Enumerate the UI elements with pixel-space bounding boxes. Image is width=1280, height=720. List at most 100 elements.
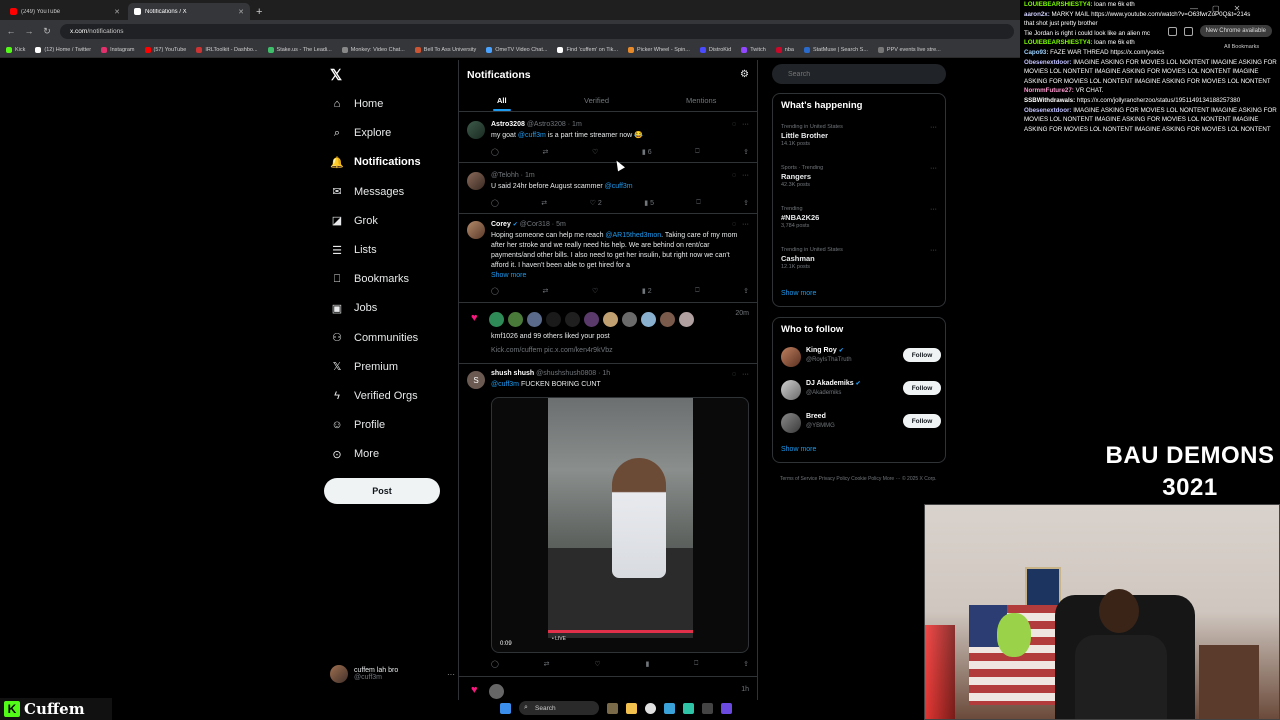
bookmark-item[interactable]: IRLToolkit - Dashbo... [196, 46, 258, 53]
notification-reply[interactable]: @Telohh · 1m ◌ ··· U said 24hr before Aug… [459, 164, 757, 214]
avatar[interactable] [641, 312, 656, 327]
avatar[interactable] [508, 312, 523, 327]
browser-tab-youtube[interactable]: (249) YouTube ✕ [4, 3, 126, 20]
nav-item-messages[interactable]: ✉ Messages [330, 181, 455, 203]
trend-item[interactable]: Trending in United States Cashman 12.1K po… [781, 247, 939, 270]
mention-link[interactable]: @cuff3m [518, 132, 546, 139]
bookmark-item[interactable]: Instagram [101, 46, 135, 53]
nav-item-grok[interactable]: ◪ Grok [330, 210, 455, 232]
video-player[interactable]: • LIVE 0:09 [491, 397, 749, 653]
more-dots-icon[interactable]: ··· [742, 221, 749, 228]
back-icon[interactable]: ← [6, 26, 16, 36]
reload-icon[interactable]: ↻ [42, 26, 52, 37]
like-icon[interactable]: ♡ [592, 287, 598, 295]
follow-button[interactable]: Follow [903, 348, 941, 362]
retweet-icon[interactable]: ⇄ [542, 148, 548, 156]
avatar[interactable] [489, 312, 504, 327]
bookmark-icon[interactable]: ⎕ [695, 287, 699, 295]
browser-tab-notifications[interactable]: Notifications / X ✕ [128, 3, 250, 20]
chrome-icon[interactable] [645, 702, 656, 714]
bookmark-item[interactable]: StatMuse | Search S... [803, 46, 868, 53]
follow-suggestion[interactable]: DJ Akademiks ✔ @Akademiks Follow [781, 378, 941, 402]
bookmark-item[interactable]: (12) Home / Twitter [35, 46, 91, 53]
notification-reply[interactable]: Astro3208 @Astro3208 · 1m ◌ ··· my goat @… [459, 113, 757, 163]
retweet-icon[interactable]: ⇄ [544, 660, 550, 668]
views-icon[interactable]: ▮ 2 [642, 287, 652, 296]
nav-item-explore[interactable]: ⌕ Explore [330, 122, 455, 144]
notification-mention[interactable]: Corey ✔ @Cor318 · 5m ◌ ··· Hoping someone… [459, 215, 757, 303]
like-icon[interactable]: ♡ 2 [590, 199, 602, 208]
telegram-icon[interactable] [664, 702, 675, 714]
nav-item-lists[interactable]: ☰ Lists [330, 239, 455, 261]
nav-item-more[interactable]: ⊙ More [330, 443, 455, 465]
more-dots-icon[interactable]: ··· [930, 247, 937, 254]
like-icon[interactable]: ♡ [594, 660, 600, 668]
avatar[interactable] [622, 312, 637, 327]
views-icon[interactable]: ▮ [645, 660, 649, 668]
nav-item-communities[interactable]: ⚇ Communities [330, 327, 455, 349]
x-logo-icon[interactable]: 𝕏 [330, 66, 342, 84]
nav-item-jobs[interactable]: ▣ Jobs [330, 297, 455, 319]
avatar[interactable] [584, 312, 599, 327]
search-input[interactable] [772, 64, 946, 84]
close-icon[interactable]: ✕ [238, 8, 244, 16]
app-icon[interactable] [721, 702, 732, 714]
notification-likes[interactable]: ♥ 1h [459, 678, 757, 700]
retweet-icon[interactable]: ⇄ [542, 287, 548, 295]
share-icon[interactable]: ⇪ [743, 660, 749, 668]
forward-icon[interactable]: → [24, 26, 34, 36]
bookmark-item[interactable]: (57) YouTube [144, 46, 186, 53]
more-dots-icon[interactable]: ··· [742, 121, 749, 128]
post-link[interactable]: Kick.com/cuffem pic.x.com/ken4r9kVbz [491, 346, 743, 356]
more-dots-icon[interactable]: ··· [930, 206, 937, 213]
tab-verified[interactable]: Verified [584, 96, 609, 105]
grok-icon[interactable]: ◌ [732, 121, 736, 128]
windows-start-icon[interactable] [500, 702, 511, 714]
trend-item[interactable]: Trending in United States Little Brother 1… [781, 124, 939, 147]
bookmark-item[interactable]: Monkey: Video Chat... [341, 46, 405, 53]
bookmark-item[interactable]: Find 'cuffem' on Tik... [557, 46, 618, 53]
more-dots-icon[interactable]: ··· [930, 165, 937, 172]
reply-icon[interactable]: ◯ [491, 148, 499, 156]
mention-link[interactable]: @cuff3m [491, 381, 519, 388]
like-icon[interactable]: ♡ [592, 148, 598, 156]
show-more-link[interactable]: Show more [491, 272, 526, 279]
grok-icon[interactable]: ◌ [732, 371, 736, 378]
views-icon[interactable]: ▮ 5 [644, 199, 654, 208]
bookmark-icon[interactable]: ⎕ [694, 660, 698, 668]
follow-suggestion[interactable]: King Roy ✔ @RoyIsThaTruth Follow [781, 345, 941, 369]
notification-reply-video[interactable]: S shush shush @shushshush0808 · 1h ◌ ··· … [459, 365, 757, 677]
avatar[interactable] [603, 312, 618, 327]
bookmark-item[interactable]: Twitch [741, 46, 766, 53]
bookmark-item[interactable]: nba [775, 46, 794, 53]
trend-item[interactable]: Trending #NBA2K26 3,784 posts ··· [781, 206, 939, 229]
avatar[interactable] [679, 312, 694, 327]
show-more-link[interactable]: Show more [781, 290, 816, 297]
bookmark-icon[interactable]: ⎕ [696, 199, 700, 207]
gear-icon[interactable]: ⚙ [740, 69, 749, 80]
bookmark-item[interactable]: Picker Wheel - Spin... [628, 46, 690, 53]
nav-item-notifications[interactable]: 🔔 Notifications [330, 151, 455, 173]
video-progress[interactable] [548, 630, 693, 633]
bookmark-item[interactable]: Kick [6, 46, 25, 53]
avatar[interactable] [527, 312, 542, 327]
nav-item-premium[interactable]: 𝕏 Premium [330, 356, 455, 378]
trend-item[interactable]: Sports · Trending Rangers 42.3K posts ··· [781, 165, 939, 188]
reply-icon[interactable]: ◯ [491, 199, 499, 207]
avatar[interactable] [546, 312, 561, 327]
widgets-icon[interactable] [607, 702, 618, 714]
more-dots-icon[interactable]: ··· [742, 371, 749, 378]
tab-mentions[interactable]: Mentions [686, 96, 716, 105]
follow-button[interactable]: Follow [903, 381, 941, 395]
reply-icon[interactable]: ◯ [491, 287, 499, 295]
nav-item-verified-orgs[interactable]: ϟ Verified Orgs [330, 385, 455, 407]
views-icon[interactable]: ▮ 6 [642, 148, 652, 157]
tab-all[interactable]: All [497, 96, 507, 105]
bookmark-item[interactable]: Stake.us - The Leadi... [267, 46, 332, 53]
notification-likes[interactable]: ♥ 20m kmf1026 and 99 others liked your p… [459, 304, 757, 364]
grok-icon[interactable]: ◌ [732, 172, 736, 179]
grok-icon[interactable]: ◌ [732, 221, 736, 228]
nav-item-bookmarks[interactable]: ⎕ Bookmarks [330, 268, 455, 290]
more-dots-icon[interactable]: ··· [742, 172, 749, 179]
more-dots-icon[interactable]: ··· [930, 124, 937, 131]
